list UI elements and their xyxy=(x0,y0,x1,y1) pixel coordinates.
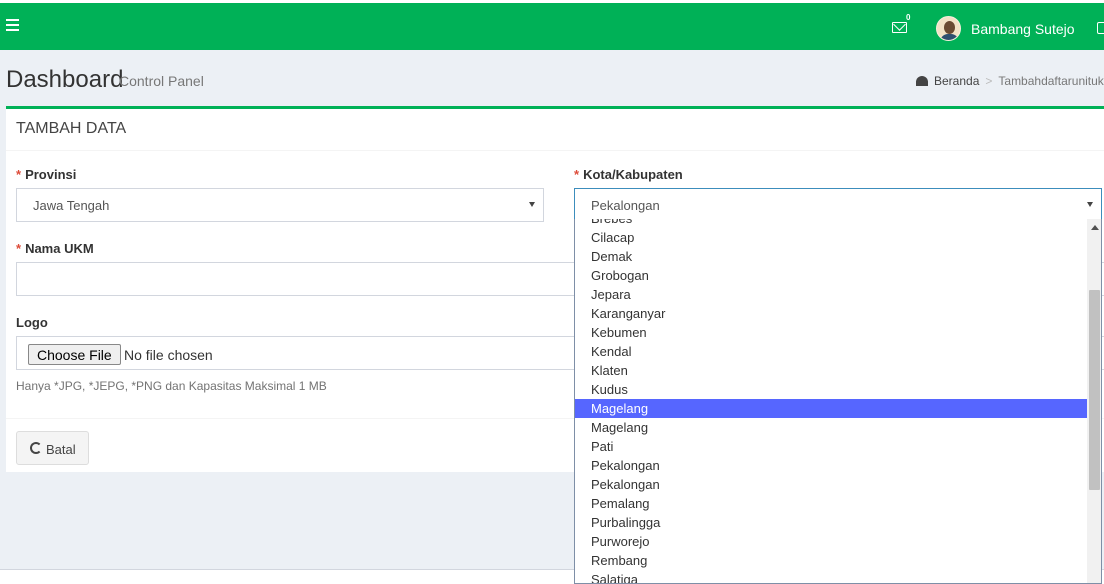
kota-dropdown-list[interactable]: BrebesCilacapDemakGroboganJeparaKarangan… xyxy=(574,219,1102,584)
top-navbar: 0 Bambang Sutejo xyxy=(0,3,1104,50)
chevron-down-icon xyxy=(529,202,535,207)
page-subtitle: Control Panel xyxy=(119,73,204,89)
box-header: TAMBAH DATA xyxy=(6,109,1104,151)
kota-value: Pekalongan xyxy=(591,198,660,213)
dropdown-option[interactable]: Pekalongan xyxy=(575,456,1087,475)
dropdown-option[interactable]: Cilacap xyxy=(575,228,1087,247)
dropdown-option[interactable]: Magelang xyxy=(575,418,1087,437)
dropdown-scrollbar[interactable] xyxy=(1087,219,1101,583)
required-mark: * xyxy=(16,167,22,182)
kota-label: * Kota/Kabupaten xyxy=(574,167,683,182)
dropdown-option[interactable]: Salatiga xyxy=(575,570,1087,583)
nama-ukm-label-text: Nama UKM xyxy=(25,241,94,256)
box-title: TAMBAH DATA xyxy=(16,120,127,137)
menu-toggle-icon[interactable] xyxy=(6,19,19,32)
required-mark: * xyxy=(16,241,22,256)
scroll-up-icon[interactable] xyxy=(1091,225,1099,230)
dropdown-option[interactable]: Kudus xyxy=(575,380,1087,399)
mail-count-badge: 0 xyxy=(906,13,911,22)
nama-ukm-label: * Nama UKM xyxy=(16,241,94,256)
dropdown-option[interactable]: Pekalongan xyxy=(575,475,1087,494)
refresh-icon xyxy=(30,442,42,454)
dropdown-option[interactable]: Kebumen xyxy=(575,323,1087,342)
dropdown-option[interactable]: Rembang xyxy=(575,551,1087,570)
dropdown-option[interactable]: Pati xyxy=(575,437,1087,456)
sidebar-toggle-icon[interactable] xyxy=(1097,22,1104,34)
dropdown-option[interactable]: Demak xyxy=(575,247,1087,266)
breadcrumb: Beranda > Tambahdaftarunituk xyxy=(916,74,1104,88)
logo-help-text: Hanya *JPG, *JEPG, *PNG dan Kapasitas Ma… xyxy=(16,379,327,393)
kota-label-text: Kota/Kabupaten xyxy=(583,167,683,182)
provinsi-label: * Provinsi xyxy=(16,167,76,182)
mail-icon[interactable] xyxy=(892,22,907,33)
dropdown-option[interactable]: Klaten xyxy=(575,361,1087,380)
chevron-down-icon xyxy=(1087,202,1093,207)
choose-file-button[interactable]: Choose File xyxy=(28,344,121,365)
required-mark: * xyxy=(574,167,580,182)
provinsi-select[interactable]: Jawa Tengah xyxy=(16,188,544,222)
dropdown-option[interactable]: Grobogan xyxy=(575,266,1087,285)
dashboard-icon xyxy=(916,76,928,86)
dropdown-option[interactable]: Jepara xyxy=(575,285,1087,304)
cancel-button-label: Batal xyxy=(46,442,76,457)
dropdown-option[interactable]: Pemalang xyxy=(575,494,1087,513)
page-title: Dashboard xyxy=(6,66,124,93)
dropdown-option[interactable]: Kendal xyxy=(575,342,1087,361)
kota-options: BrebesCilacapDemakGroboganJeparaKarangan… xyxy=(575,219,1087,583)
user-name[interactable]: Bambang Sutejo xyxy=(971,21,1075,37)
dropdown-option[interactable]: Karanganyar xyxy=(575,304,1087,323)
breadcrumb-separator: > xyxy=(985,74,993,88)
file-status: No file chosen xyxy=(124,347,213,363)
provinsi-value: Jawa Tengah xyxy=(33,198,110,213)
scroll-thumb[interactable] xyxy=(1089,290,1100,490)
cancel-button[interactable]: Batal xyxy=(16,431,89,465)
dropdown-option[interactable]: Purbalingga xyxy=(575,513,1087,532)
dropdown-option[interactable]: Magelang xyxy=(575,399,1087,418)
kota-select[interactable]: Pekalongan xyxy=(574,188,1102,222)
dropdown-option[interactable]: Purworejo xyxy=(575,532,1087,551)
breadcrumb-current: Tambahdaftarunituk xyxy=(998,74,1104,88)
provinsi-label-text: Provinsi xyxy=(25,167,77,182)
user-avatar[interactable] xyxy=(936,16,961,41)
dropdown-option[interactable]: Brebes xyxy=(575,219,1087,228)
breadcrumb-home[interactable]: Beranda xyxy=(934,74,979,88)
logo-label: Logo xyxy=(16,315,48,330)
